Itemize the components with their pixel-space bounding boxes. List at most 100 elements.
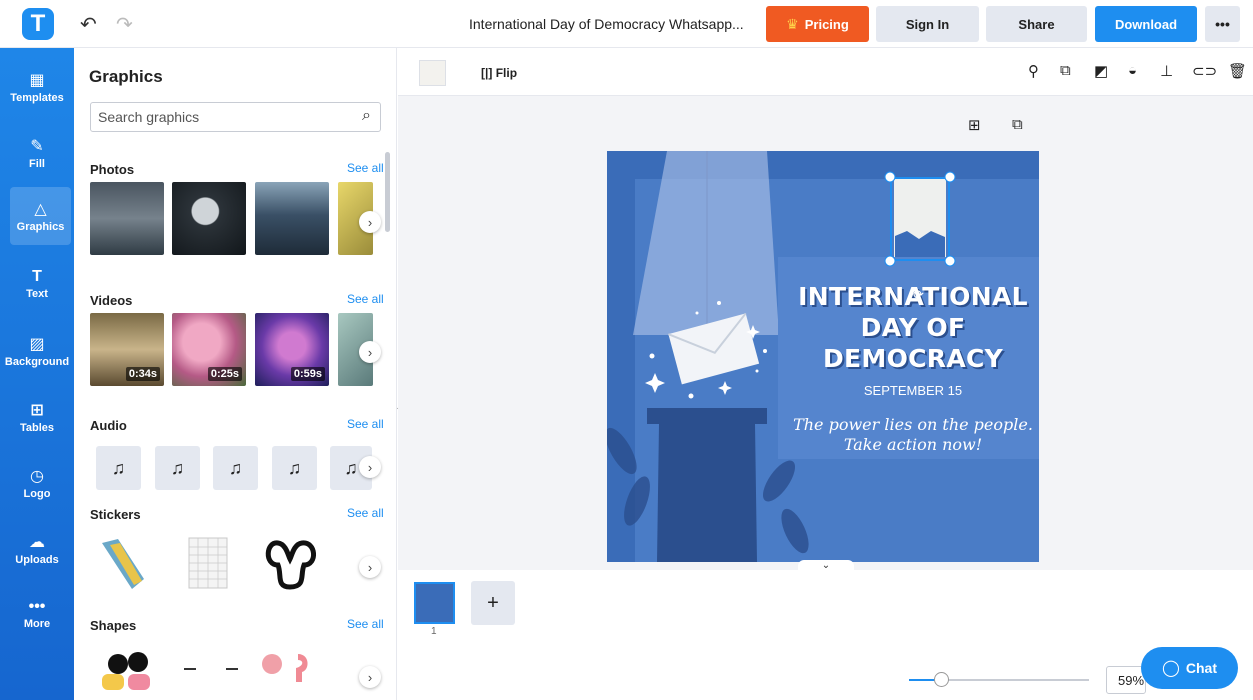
page-number: 1 [431,626,437,637]
chevron-right-icon[interactable]: › [359,211,381,233]
chat-label: Chat [1185,660,1218,676]
design-canvas[interactable]: INTERNATIONAL DAY OF DEMOCRACY SEPTEMBER… [607,151,1039,562]
chat-button[interactable]: ◯ Chat [1141,647,1238,689]
undo-icon[interactable]: ↶ [80,12,97,37]
top-bar: T ↶ ↷ International Day of Democracy Wha… [0,0,1253,48]
rail-item-label: Graphics [16,221,65,233]
trash-icon[interactable]: 🗑 [1228,62,1247,80]
chat-bubble-icon: ◯ [1161,660,1180,677]
see-all-audio[interactable]: See all [347,417,384,431]
zoom-slider-handle[interactable] [934,672,949,687]
search-input[interactable]: Search graphics ⌕ [90,102,381,132]
music-note-icon[interactable]: ♫ [96,446,141,490]
music-note-icon[interactable]: ♫ [213,446,258,490]
section-title-audio: Audio [90,418,127,433]
templates-icon: ▦ [29,72,45,89]
flip-icon: [|] [481,66,493,80]
rail-item-tables[interactable]: ⊞ Tables [0,390,74,448]
shape-thumbnail[interactable] [260,652,320,686]
pricing-button[interactable]: ♛ Pricing [766,6,869,42]
section-title-shapes: Shapes [90,618,137,633]
video-duration: 0:34s [125,367,160,381]
flip-label: Flip [495,66,518,80]
rail-item-label: Fill [29,158,45,170]
rail-item-more[interactable]: ••• More [0,588,74,646]
shape-thumbnail[interactable] [226,668,238,670]
opacity-icon[interactable]: ◒ [1128,62,1137,79]
music-note-icon[interactable]: ♫ [272,446,317,490]
photo-thumbnail[interactable] [255,182,329,255]
panel-scrollbar[interactable] [385,152,390,232]
duplicate-icon[interactable]: ⧉ [1060,62,1071,79]
see-all-photos[interactable]: See all [347,161,384,175]
rail-item-templates[interactable]: ▦ Templates [0,60,74,118]
rail-item-label: Logo [23,488,51,500]
photo-thumbnail[interactable] [90,182,164,255]
chevron-right-icon[interactable]: › [359,456,381,478]
selection-handles[interactable] [884,171,956,267]
slogan-line: The power lies on the people. [793,415,1033,434]
text-icon: T [32,268,42,285]
rail-item-fill[interactable]: ✎ Fill [0,126,74,184]
rail-item-background[interactable]: ▨ Background [0,324,74,382]
shape-thumbnail[interactable] [184,668,196,670]
panel-title: Graphics [89,67,163,86]
search-placeholder: Search graphics [98,109,200,125]
more-options-button[interactable]: ••• [1205,6,1240,42]
rail-item-text[interactable]: T Text [0,258,74,316]
paint-roller-icon[interactable]: ⚲ [1028,62,1039,80]
pricing-label: Pricing [804,16,849,32]
shape-thumbnail[interactable] [96,644,156,690]
sticker-thumbnail[interactable] [262,535,320,591]
link-icon[interactable]: ⊂⊃ [1192,62,1217,80]
background-icon: ▨ [29,336,45,353]
video-thumbnail[interactable]: 0:25s [172,313,246,386]
canvas-date[interactable]: SEPTEMBER 15 [787,383,1039,398]
music-note-icon[interactable]: ♫ [155,446,200,490]
document-title[interactable]: International Day of Democracy Whatsapp.… [469,16,744,32]
section-title-photos: Photos [90,162,135,177]
video-thumbnail[interactable]: 0:59s [255,313,329,386]
align-icon[interactable]: ⊥ [1160,62,1173,80]
rail-item-graphics[interactable]: △ Graphics [10,187,71,245]
see-all-videos[interactable]: See all [347,292,384,306]
photo-thumbnail[interactable] [172,182,246,255]
sticker-thumbnail[interactable] [96,535,152,593]
rail-item-label: More [23,618,51,630]
app-logo[interactable]: T [22,8,54,40]
add-page-button[interactable]: + [471,581,515,625]
add-page-icon[interactable]: ⊞ [968,116,981,134]
canvas-slogan[interactable]: The power lies on the people. Take actio… [787,415,1039,455]
section-title-stickers: Stickers [90,507,141,522]
section-title-videos: Videos [90,293,133,308]
rail-item-label: Background [4,356,70,368]
download-button[interactable]: Download [1095,6,1197,42]
rail-item-label: Tables [19,422,55,434]
rotate-handle-icon[interactable]: ⟳ [913,287,924,303]
see-all-stickers[interactable]: See all [347,506,384,520]
slogan-line: Take action now! [843,435,983,454]
duplicate-page-icon[interactable]: ⧉ [1012,116,1023,133]
sign-in-button[interactable]: Sign In [876,6,979,42]
redo-icon[interactable]: ↷ [116,12,133,37]
rail-item-label: Text [26,288,48,300]
zoom-value[interactable]: 59% [1106,666,1146,694]
graphics-panel: Graphics Search graphics ⌕ Photos See al… [74,48,397,700]
color-swatch[interactable] [419,60,446,86]
chevron-right-icon[interactable]: › [359,666,381,688]
page-thumbnail[interactable] [414,582,455,624]
see-all-shapes[interactable]: See all [347,617,384,631]
chevron-right-icon[interactable]: › [359,341,381,363]
search-icon[interactable]: ⌕ [362,107,371,125]
video-duration: 0:25s [207,367,242,381]
sticker-thumbnail[interactable] [188,537,228,589]
pencil-icon: ✎ [30,138,44,155]
layers-icon[interactable]: ◩ [1094,62,1108,80]
share-button[interactable]: Share [986,6,1087,42]
video-thumbnail[interactable]: 0:34s [90,313,164,386]
chevron-right-icon[interactable]: › [359,556,381,578]
element-toolbar: [|] Flip ⚲ ⧉ ◩ ◒ ⊥ ⊂⊃ 🗑 [398,48,1253,96]
rail-item-uploads[interactable]: ☁ Uploads [0,522,74,580]
flip-button[interactable]: [|] Flip [481,66,517,80]
rail-item-logo[interactable]: ◷ Logo [0,456,74,514]
